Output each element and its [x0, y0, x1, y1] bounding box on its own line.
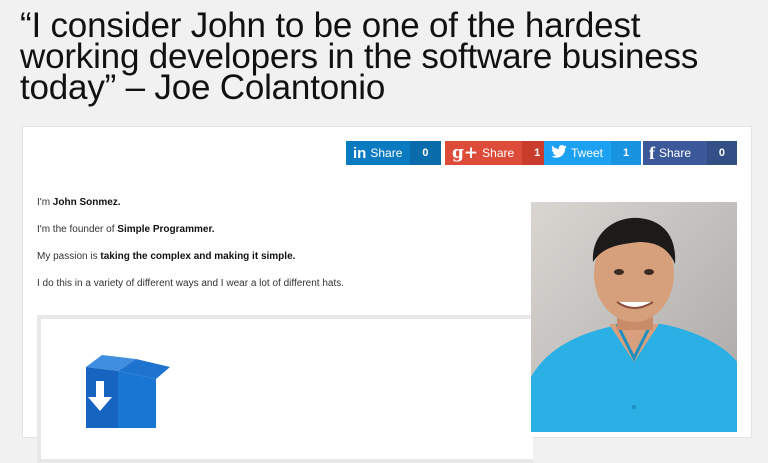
testimonial-quote: “I consider John to be one of the hardes…	[20, 8, 760, 105]
linkedin-icon: in	[353, 144, 367, 162]
bio-intro: I'm John Sonmez.	[37, 197, 121, 208]
passion-text: taking the complex and making it simple.	[100, 251, 296, 262]
twitter-tweet-label: Tweet	[571, 146, 604, 160]
author-name: John Sonmez.	[52, 197, 121, 208]
twitter-bird-icon	[544, 145, 571, 161]
bio-passion: My passion is taking the complex and mak…	[37, 251, 296, 262]
download-box-icon[interactable]	[84, 353, 174, 433]
share-bar: in Share 0 g+ Share 1 Tweet 1 f Share 0	[346, 141, 737, 165]
googleplus-share-button[interactable]: g+ Share 1	[445, 141, 553, 165]
bio-hats: I do this in a variety of different ways…	[37, 278, 345, 289]
linkedin-share-button[interactable]: in Share 0	[346, 141, 441, 165]
googleplus-icon: g+	[452, 143, 479, 163]
bio-founder: I'm the founder of Simple Programmer.	[37, 224, 215, 235]
twitter-tweet-button[interactable]: Tweet 1	[544, 141, 642, 165]
linkedin-share-count: 0	[410, 141, 441, 165]
facebook-share-label: Share	[659, 146, 692, 160]
bio-text: I'm John Sonmez. I'm the founder of Simp…	[37, 197, 344, 305]
facebook-icon: f	[649, 142, 655, 163]
facebook-share-count: 0	[706, 141, 737, 165]
twitter-tweet-count: 1	[611, 141, 642, 165]
googleplus-share-label: Share	[482, 146, 515, 160]
about-card: in Share 0 g+ Share 1 Tweet 1 f Share 0 …	[22, 126, 752, 463]
download-callout-box	[37, 315, 533, 463]
facebook-share-button[interactable]: f Share 0	[643, 141, 737, 165]
author-photo	[531, 202, 737, 432]
linkedin-share-label: Share	[370, 146, 403, 160]
quote-line-3: today” – Joe Colantonio	[20, 68, 386, 107]
company-name: Simple Programmer.	[117, 224, 215, 235]
